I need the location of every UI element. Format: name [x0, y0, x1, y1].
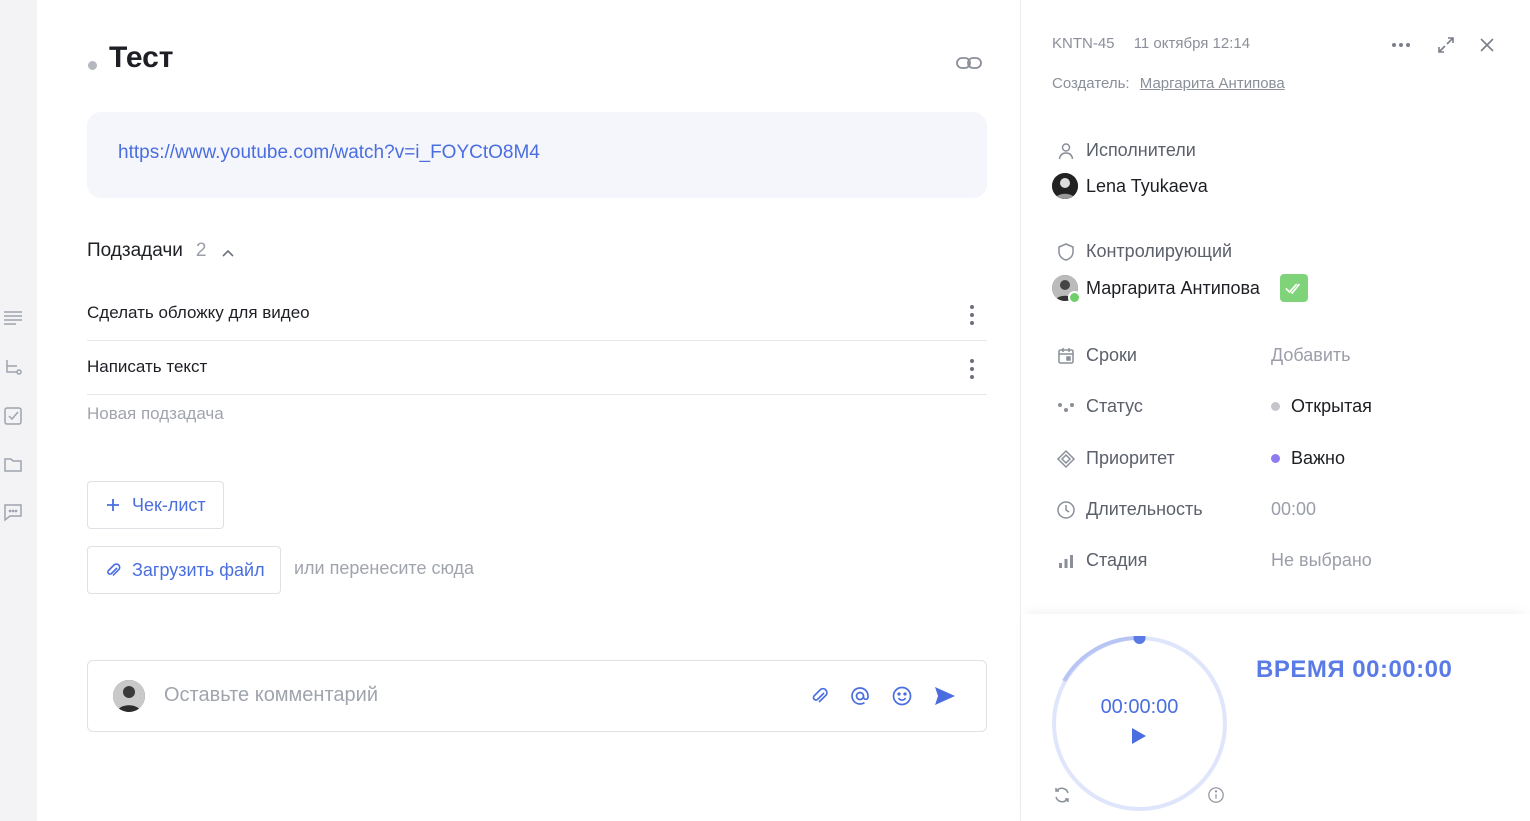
- user-icon: [1058, 142, 1074, 159]
- description-link[interactable]: https://www.youtube.com/watch?v=i_FOYCtO…: [118, 142, 540, 164]
- avatar: [113, 680, 145, 712]
- assignee-name: Lena Tyukaeva: [1086, 175, 1208, 196]
- double-check-icon[interactable]: [1279, 274, 1308, 302]
- info-icon[interactable]: [1207, 786, 1227, 806]
- more-vertical-icon[interactable]: [967, 357, 977, 381]
- comments-icon[interactable]: [2, 501, 24, 523]
- timer-progress-arc: [1062, 636, 1146, 682]
- new-subtask-input[interactable]: Новая подзадача: [87, 404, 224, 424]
- subtasks-title: Подзадачи: [87, 240, 183, 261]
- controller[interactable]: Маргарита Антипова: [1052, 274, 1308, 304]
- send-icon[interactable]: [933, 685, 957, 707]
- calendar-icon: [1058, 347, 1074, 364]
- plus-icon: [107, 499, 119, 511]
- reset-icon[interactable]: [1052, 785, 1072, 805]
- subtask-item[interactable]: Написать текст: [87, 341, 987, 395]
- controller-name: Маргарита Антипова: [1086, 277, 1260, 298]
- comment-box[interactable]: Оставьте комментарий: [87, 660, 987, 732]
- prop-label: Приоритет: [1056, 448, 1175, 469]
- play-icon[interactable]: [1128, 726, 1148, 746]
- comment-input[interactable]: Оставьте комментарий: [164, 684, 378, 707]
- priority-dot: [1271, 454, 1280, 463]
- task-created-at: 11 октября 12:14: [1133, 35, 1251, 52]
- prop-value[interactable]: Добавить: [1271, 345, 1351, 366]
- subtask-label: Сделать обложку для видео: [87, 303, 310, 322]
- creator-link[interactable]: Маргарита Антипова: [1140, 75, 1285, 92]
- status-icon: [1058, 402, 1074, 412]
- close-icon[interactable]: [1476, 36, 1498, 54]
- task-main: Тест https://www.youtube.com/watch?v=i_F…: [37, 0, 1020, 821]
- avatar: [1052, 173, 1078, 199]
- task-description[interactable]: https://www.youtube.com/watch?v=i_FOYCtO…: [87, 112, 987, 198]
- shield-icon: [1058, 242, 1074, 261]
- prop-label: Стадия: [1056, 550, 1147, 571]
- stage-icon: [1059, 554, 1073, 568]
- prop-label-text: Стадия: [1086, 550, 1148, 570]
- task-title[interactable]: Тест: [109, 41, 174, 75]
- subtask-label: Написать текст: [87, 357, 208, 376]
- add-checklist-button[interactable]: Чек-лист: [87, 481, 224, 529]
- timer-total: ВРЕМЯ 00:00:00: [1256, 656, 1453, 683]
- left-rail: [0, 0, 37, 821]
- mention-icon[interactable]: [849, 685, 871, 707]
- prop-label: Длительность: [1056, 499, 1203, 520]
- paperclip-icon: [107, 563, 121, 577]
- checklist-icon[interactable]: [2, 405, 24, 427]
- prop-value[interactable]: Важно: [1271, 448, 1345, 469]
- priority-icon: [1056, 449, 1076, 468]
- upload-label: Загрузить файл: [132, 559, 265, 580]
- status-value: Открытая: [1291, 396, 1372, 416]
- assignee[interactable]: Lena Tyukaeva: [1052, 173, 1208, 199]
- task-meta: KNTN-45 11 октября 12:14: [1052, 35, 1265, 52]
- prop-label-text: Приоритет: [1086, 448, 1175, 468]
- prop-label: Сроки: [1056, 345, 1137, 366]
- approved-badge-icon: [1068, 291, 1081, 304]
- prop-label: Статус: [1056, 396, 1143, 417]
- prop-label-text: Длительность: [1086, 499, 1203, 519]
- priority-value: Важно: [1291, 448, 1346, 468]
- task-side-panel: KNTN-45 11 октября 12:14 Создатель: Марг…: [1021, 0, 1530, 821]
- subtasks-count: 2: [195, 240, 207, 261]
- avatar: [1052, 275, 1081, 304]
- upload-hint: или перенесите сюда: [294, 558, 475, 578]
- timer-panel: 00:00:00 ВРЕМЯ 00:00:00: [1021, 614, 1530, 821]
- status-dot: [1271, 402, 1280, 411]
- assignees-label: Исполнители: [1086, 140, 1196, 160]
- more-horizontal-icon[interactable]: [1390, 36, 1412, 54]
- subtasks-header[interactable]: Подзадачи 2: [87, 240, 235, 262]
- chevron-up-icon[interactable]: [221, 244, 235, 258]
- creator-label: Создатель:: [1052, 75, 1130, 92]
- subtasks-icon[interactable]: [2, 357, 24, 379]
- task-id[interactable]: KNTN-45: [1052, 35, 1115, 52]
- prop-value[interactable]: Не выбрано: [1271, 550, 1372, 571]
- attach-icon[interactable]: [808, 685, 830, 707]
- emoji-icon[interactable]: [891, 685, 913, 707]
- controller-label: Контролирующий: [1086, 241, 1233, 261]
- prop-value[interactable]: 00:00: [1271, 499, 1316, 520]
- copy-link-icon[interactable]: [955, 52, 983, 74]
- title-status-dot: [88, 61, 97, 70]
- more-vertical-icon[interactable]: [967, 303, 977, 327]
- prop-label-text: Статус: [1086, 396, 1143, 416]
- checklist-label: Чек-лист: [132, 494, 206, 515]
- clock-icon: [1057, 500, 1075, 519]
- creator-line: Создатель: Маргарита Антипова: [1052, 75, 1285, 92]
- upload-file-button[interactable]: Загрузить файл: [87, 546, 281, 594]
- expand-icon[interactable]: [1435, 36, 1457, 54]
- assignees-header: Исполнители: [1056, 140, 1196, 161]
- controller-header: Контролирующий: [1056, 241, 1232, 262]
- list-icon[interactable]: [2, 307, 24, 329]
- subtask-item[interactable]: Сделать обложку для видео: [87, 287, 987, 341]
- folder-icon[interactable]: [2, 453, 24, 475]
- prop-value[interactable]: Открытая: [1271, 396, 1372, 417]
- prop-label-text: Сроки: [1086, 345, 1137, 365]
